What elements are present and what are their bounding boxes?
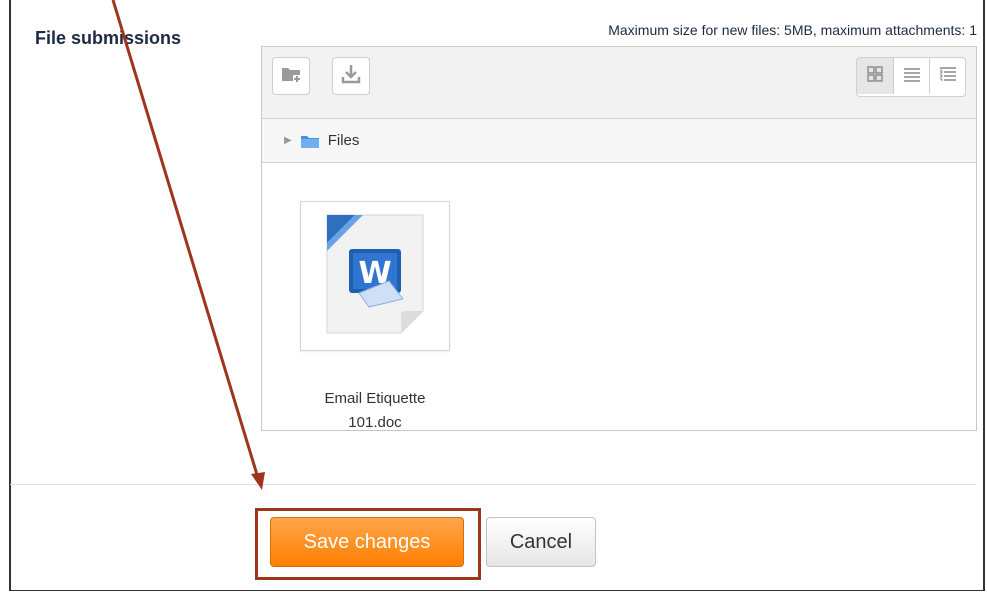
word-document-icon: W	[315, 209, 435, 344]
icons-view-button[interactable]	[857, 58, 893, 94]
file-name: Email Etiquette 101.doc	[300, 387, 450, 430]
file-thumbnail[interactable]: W	[300, 201, 450, 351]
add-file-button[interactable]	[272, 57, 310, 95]
file-name-line1: Email Etiquette	[324, 390, 426, 407]
max-size-info: Maximum size for new files: 5MB, maximum…	[608, 22, 977, 38]
file-picker: ▶ Files W Email Etiquette 101.doc	[261, 46, 977, 431]
file-picker-content: W Email Etiquette 101.doc	[262, 163, 976, 430]
tree-view-button[interactable]	[929, 58, 965, 94]
path-files-label[interactable]: Files	[328, 132, 360, 149]
file-picker-path-bar: ▶ Files	[262, 119, 976, 163]
file-name-line2: 101.doc	[348, 414, 402, 430]
icons-view-icon	[867, 65, 883, 87]
list-view-button[interactable]	[893, 58, 929, 94]
file-picker-toolbar	[262, 47, 976, 119]
expand-arrow-icon[interactable]: ▶	[284, 135, 292, 146]
view-mode-group	[856, 57, 966, 97]
list-view-icon	[903, 66, 921, 87]
folder-add-icon	[280, 64, 302, 89]
cancel-button[interactable]: Cancel	[486, 517, 596, 567]
annotation-highlight-box	[255, 508, 481, 580]
file-submissions-label: File submissions	[35, 28, 182, 48]
folder-icon	[300, 133, 320, 149]
download-icon	[340, 63, 362, 90]
download-all-button[interactable]	[332, 57, 370, 95]
form-divider	[10, 484, 976, 485]
file-item[interactable]: W Email Etiquette 101.doc	[300, 201, 450, 430]
tree-view-icon	[939, 66, 957, 87]
